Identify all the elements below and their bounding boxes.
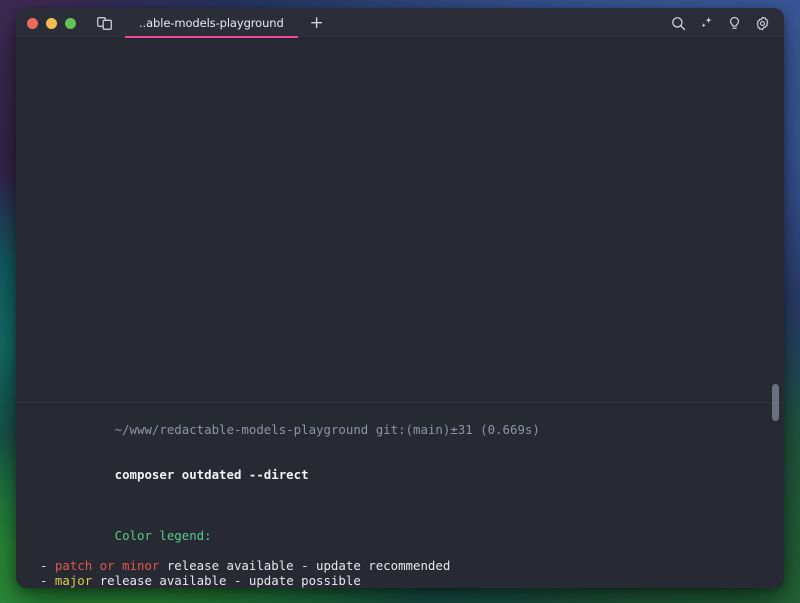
terminal-window: ..able-models-playground + (16, 8, 784, 588)
lightbulb-icon[interactable] (726, 15, 743, 32)
minimize-button[interactable] (46, 18, 57, 29)
title-bar-actions (670, 15, 784, 32)
title-bar: ..able-models-playground + (16, 8, 784, 39)
command-header-line: ~/www/redactable-models-playground git:(… (16, 407, 784, 452)
legend-rest-2: release available - update possible (92, 573, 361, 588)
gear-icon[interactable] (754, 15, 771, 32)
window-controls (16, 18, 76, 29)
legend-highlight-2: major (55, 573, 92, 588)
terminal-body[interactable]: ~/www/redactable-models-playground git:(… (16, 39, 784, 588)
desktop: ..able-models-playground + (0, 0, 800, 603)
maximize-button[interactable] (65, 18, 76, 29)
legend-rest-1: release available - update recommended (159, 558, 450, 573)
blank-line-1 (16, 498, 784, 513)
command-line: composer outdated --direct (16, 452, 784, 497)
close-button[interactable] (27, 18, 38, 29)
split-pane-icon[interactable] (93, 12, 115, 34)
tab-terminal-session[interactable]: ..able-models-playground (123, 8, 300, 38)
legend-title: Color legend: (115, 528, 212, 543)
legend-highlight-1: patch or minor (55, 558, 159, 573)
tab-label: ..able-models-playground (139, 16, 284, 30)
legend-dash-2: - (40, 573, 55, 588)
new-tab-label: + (310, 15, 324, 32)
terminal-scrollbar[interactable] (771, 39, 780, 588)
command-text: composer outdated --direct (115, 467, 309, 482)
search-icon[interactable] (670, 15, 687, 32)
legend-item-patch-minor: - patch or minor release available - upd… (16, 558, 784, 573)
new-tab-button[interactable]: + (304, 8, 330, 38)
terminal-scrollback-empty (16, 39, 784, 403)
sparkle-icon[interactable] (698, 15, 715, 32)
legend-dash-1: - (40, 558, 55, 573)
legend-item-major: - major release available - update possi… (16, 573, 784, 588)
command-header-text: ~/www/redactable-models-playground git:(… (115, 422, 540, 437)
scrollbar-thumb[interactable] (772, 384, 779, 421)
terminal-output-block: ~/www/redactable-models-playground git:(… (16, 403, 784, 588)
legend-title-line: Color legend: (16, 513, 784, 558)
tab-strip: ..able-models-playground + (123, 8, 330, 38)
